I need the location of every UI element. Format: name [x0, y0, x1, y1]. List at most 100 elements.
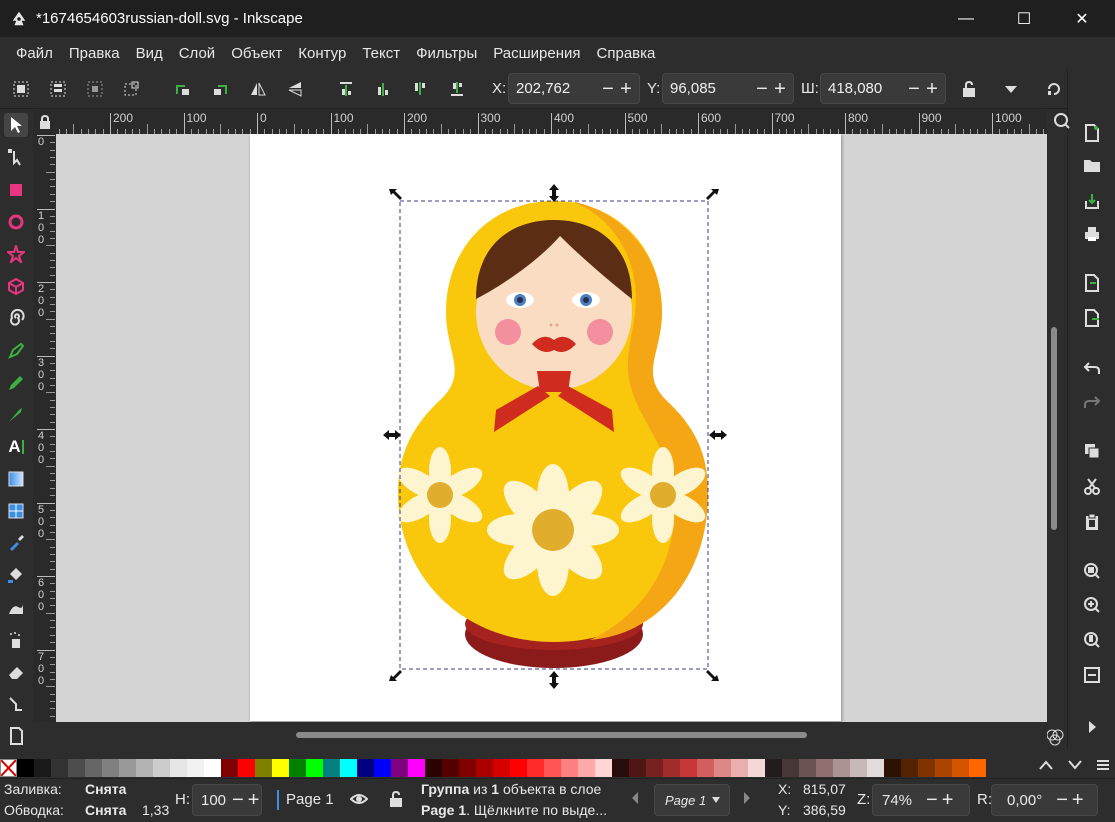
- minimize-button[interactable]: —: [937, 0, 995, 37]
- select-all-icon[interactable]: [9, 77, 33, 101]
- palette-swatch[interactable]: [442, 759, 459, 777]
- paste-icon[interactable]: [1080, 510, 1104, 534]
- maximize-button[interactable]: ☐: [995, 0, 1053, 37]
- rotate-cw-icon[interactable]: [208, 77, 232, 101]
- rotation-value[interactable]: 0,00°: [1007, 792, 1042, 809]
- snap-toggle-icon[interactable]: [1042, 77, 1066, 101]
- palette-swatch[interactable]: [204, 759, 221, 777]
- palette-scroll-down-icon[interactable]: [1062, 752, 1088, 778]
- print-icon[interactable]: [1080, 222, 1104, 246]
- spray-tool-icon[interactable]: [4, 628, 28, 652]
- ruler-lock-icon[interactable]: [33, 109, 56, 134]
- mesh-tool-icon[interactable]: [4, 499, 28, 523]
- import-icon[interactable]: [1080, 271, 1104, 295]
- y-field[interactable]: − +: [662, 73, 794, 104]
- palette-swatch[interactable]: [102, 759, 119, 777]
- select-all-layers-icon[interactable]: [46, 77, 70, 101]
- palette-swatch[interactable]: [629, 759, 646, 777]
- deselect-icon[interactable]: [120, 77, 144, 101]
- prev-page-icon[interactable]: [630, 791, 640, 808]
- flip-horizontal-icon[interactable]: [246, 77, 270, 101]
- palette-swatch[interactable]: [697, 759, 714, 777]
- lock-ratio-icon[interactable]: [957, 77, 981, 101]
- menu-layer[interactable]: Слой: [171, 45, 223, 62]
- stroke-width-value[interactable]: 1,33: [142, 802, 169, 818]
- save-document-icon[interactable]: [1080, 189, 1104, 213]
- palette-swatch[interactable]: [714, 759, 731, 777]
- palette-swatch[interactable]: [799, 759, 816, 777]
- palette-swatch[interactable]: [306, 759, 323, 777]
- horizontal-ruler[interactable]: 200 100 0 100 200 300 400 500 600 700 800 900 1000: [56, 109, 1047, 134]
- palette-swatch[interactable]: [561, 759, 578, 777]
- palette-swatch[interactable]: [136, 759, 153, 777]
- palette-swatch[interactable]: [578, 759, 595, 777]
- opacity-increment-icon[interactable]: +: [248, 789, 260, 812]
- zoom-1-1-icon[interactable]: [1050, 109, 1074, 133]
- palette-swatch[interactable]: [272, 759, 289, 777]
- palette-swatch[interactable]: [952, 759, 969, 777]
- expand-commands-icon[interactable]: [1080, 715, 1104, 739]
- spiral-tool-icon[interactable]: [4, 306, 28, 330]
- x-decrement-icon[interactable]: −: [599, 79, 617, 99]
- vertical-scrollbar[interactable]: [1047, 134, 1061, 722]
- x-field[interactable]: − +: [508, 73, 640, 104]
- palette-swatch[interactable]: [595, 759, 612, 777]
- horizontal-scrollbar-thumb[interactable]: [296, 732, 807, 738]
- menu-view[interactable]: Вид: [128, 45, 171, 62]
- palette-swatch[interactable]: [289, 759, 306, 777]
- x-input[interactable]: [509, 80, 599, 97]
- palette-swatch[interactable]: [510, 759, 527, 777]
- width-increment-icon[interactable]: +: [923, 79, 941, 99]
- palette-swatch[interactable]: [425, 759, 442, 777]
- connector-tool-icon[interactable]: [4, 692, 28, 716]
- node-tool-icon[interactable]: [4, 145, 28, 169]
- palette-swatch[interactable]: [85, 759, 102, 777]
- cut-icon[interactable]: [1080, 474, 1104, 498]
- palette-swatch[interactable]: [34, 759, 51, 777]
- palette-swatch[interactable]: [833, 759, 850, 777]
- menu-extensions[interactable]: Расширения: [485, 45, 588, 62]
- palette-menu-icon[interactable]: [1090, 752, 1115, 778]
- palette-swatch[interactable]: [969, 759, 986, 777]
- raise-to-top-icon[interactable]: [334, 77, 358, 101]
- zoom-page-icon[interactable]: [1080, 628, 1104, 652]
- palette-swatch[interactable]: [646, 759, 663, 777]
- layer-lock-icon[interactable]: [389, 790, 403, 811]
- select-same-icon[interactable]: [83, 77, 107, 101]
- zoom-in-icon[interactable]: +: [942, 789, 954, 812]
- opacity-field[interactable]: 100 − +: [192, 784, 262, 816]
- palette-scroll-up-icon[interactable]: [1033, 752, 1059, 778]
- ellipse-tool-icon[interactable]: [4, 210, 28, 234]
- new-document-icon[interactable]: [1080, 121, 1104, 145]
- y-decrement-icon[interactable]: −: [753, 79, 771, 99]
- star-tool-icon[interactable]: [4, 242, 28, 266]
- palette-swatch[interactable]: [612, 759, 629, 777]
- width-field[interactable]: − +: [820, 73, 946, 104]
- vertical-scrollbar-thumb[interactable]: [1051, 327, 1057, 530]
- palette-swatch[interactable]: [544, 759, 561, 777]
- y-increment-icon[interactable]: +: [771, 79, 789, 99]
- calligraphy-tool-icon[interactable]: [4, 403, 28, 427]
- rotate-cw-button-icon[interactable]: +: [1072, 789, 1084, 812]
- raise-icon[interactable]: [371, 77, 395, 101]
- y-input[interactable]: [663, 80, 753, 97]
- tweak-tool-icon[interactable]: [4, 596, 28, 620]
- opacity-decrement-icon[interactable]: −: [232, 789, 244, 812]
- palette-swatch[interactable]: [17, 759, 34, 777]
- zoom-out-icon[interactable]: −: [926, 789, 938, 812]
- palette-swatch[interactable]: [493, 759, 510, 777]
- palette-swatch[interactable]: [238, 759, 255, 777]
- gradient-tool-icon[interactable]: [4, 467, 28, 491]
- rectangle-tool-icon[interactable]: [4, 178, 28, 202]
- palette-swatch[interactable]: [765, 759, 782, 777]
- pencil-tool-icon[interactable]: [4, 371, 28, 395]
- dropper-tool-icon[interactable]: [4, 531, 28, 555]
- export-icon[interactable]: [1080, 306, 1104, 330]
- page-selector[interactable]: Page 1: [654, 784, 730, 816]
- palette-swatch[interactable]: [935, 759, 952, 777]
- layer-visibility-icon[interactable]: [349, 791, 369, 810]
- menu-filters[interactable]: Фильтры: [408, 45, 485, 62]
- palette-swatch[interactable]: [340, 759, 357, 777]
- menu-text[interactable]: Текст: [354, 45, 408, 62]
- palette-swatch[interactable]: [850, 759, 867, 777]
